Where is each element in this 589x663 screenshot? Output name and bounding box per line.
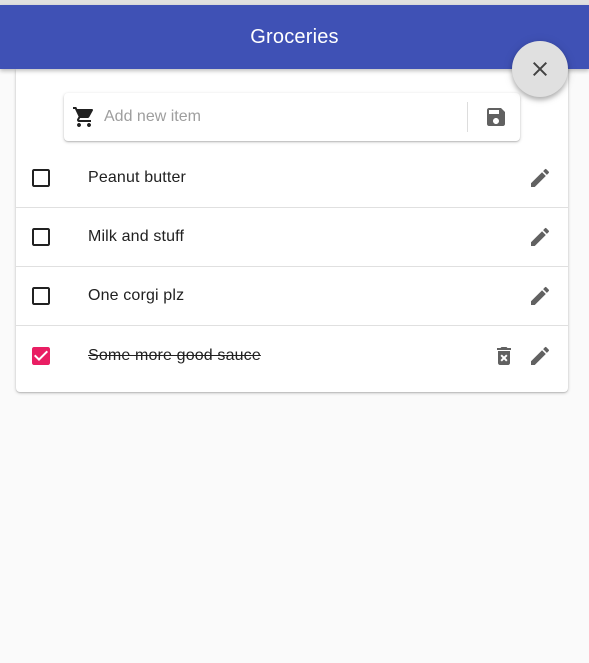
close-button[interactable] <box>512 41 568 97</box>
page-title: Groceries <box>250 25 339 48</box>
item-checkbox[interactable] <box>29 225 53 249</box>
add-item-bar <box>64 93 520 141</box>
pencil-icon <box>528 344 552 368</box>
pencil-icon <box>528 284 552 308</box>
app-bar: Groceries <box>0 5 589 69</box>
edit-button[interactable] <box>528 225 552 249</box>
edit-button[interactable] <box>528 284 552 308</box>
save-button[interactable] <box>484 105 508 129</box>
item-checkbox[interactable] <box>29 284 53 308</box>
list-item: One corgi plz <box>16 267 568 326</box>
shopping-cart-icon <box>72 105 96 129</box>
list-item: Milk and stuff <box>16 208 568 267</box>
pencil-icon <box>528 225 552 249</box>
list-item: Peanut butter <box>16 149 568 208</box>
item-label: One corgi plz <box>88 287 185 304</box>
delete-icon <box>492 344 516 368</box>
grocery-list: Peanut butter Milk and stuff One corgi p… <box>16 149 568 392</box>
grocery-list-card: Peanut butter Milk and stuff One c <box>16 69 568 392</box>
item-checkbox-checked[interactable] <box>29 344 53 368</box>
item-checkbox[interactable] <box>29 166 53 190</box>
add-item-input[interactable] <box>104 105 460 129</box>
edit-button[interactable] <box>528 166 552 190</box>
save-icon <box>484 105 508 129</box>
pencil-icon <box>528 166 552 190</box>
item-label: Some more good sauce <box>88 347 261 364</box>
item-label: Milk and stuff <box>88 228 185 245</box>
delete-button[interactable] <box>492 344 516 368</box>
edit-button[interactable] <box>528 344 552 368</box>
item-label: Peanut butter <box>88 169 187 186</box>
divider <box>467 102 468 132</box>
list-item: Some more good sauce <box>16 326 568 392</box>
close-icon <box>528 57 552 81</box>
